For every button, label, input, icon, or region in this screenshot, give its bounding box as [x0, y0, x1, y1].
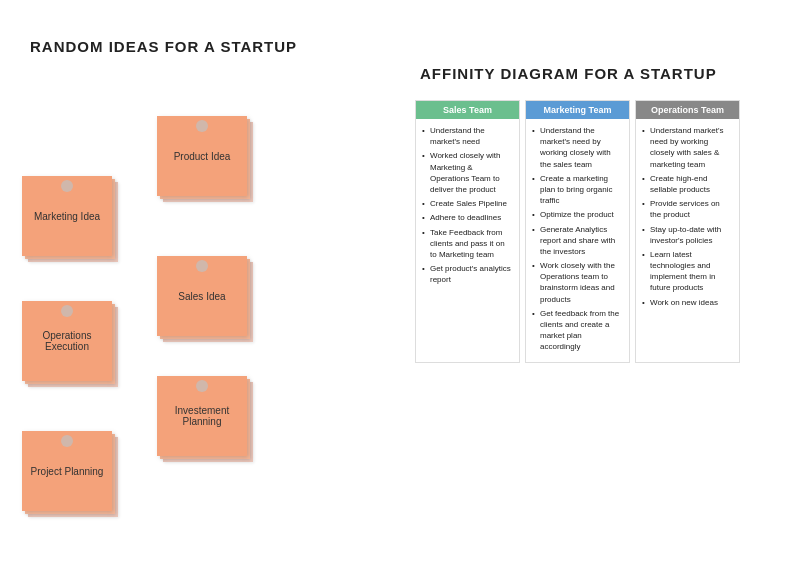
proj-plan-note: Project Planning — [22, 431, 112, 511]
sales-team-header: Sales Team — [416, 101, 519, 119]
list-item: Understand market's need by working clos… — [642, 125, 733, 170]
list-item: Get product's analytics report — [422, 263, 513, 285]
list-item: Learn latest technologies and implement … — [642, 249, 733, 294]
marketing-team-column: Marketing Team Understand the market's n… — [525, 100, 630, 363]
operations-team-body: Understand market's need by working clos… — [636, 119, 739, 317]
ops-exec-note: Operations Execution — [22, 301, 112, 381]
sales-team-body: Understand the market's need Worked clos… — [416, 119, 519, 294]
marketing-idea-note: Marketing Idea — [22, 176, 112, 256]
operations-team-column: Operations Team Understand market's need… — [635, 100, 740, 363]
list-item: Optimize the product — [532, 209, 623, 220]
affinity-title: AFFINITY DIAGRAM FOR A STARTUP — [420, 65, 717, 82]
list-item: Take Feedback from clients and pass it o… — [422, 227, 513, 261]
list-item: Understand the market's need by working … — [532, 125, 623, 170]
list-item: Create high-end sellable products — [642, 173, 733, 195]
list-item: Create a marketing plan to bring organic… — [532, 173, 623, 207]
main-title: RANDOM IDEAS FOR A STARTUP — [30, 38, 297, 55]
list-item: Get feedback from the clients and create… — [532, 308, 623, 353]
list-item: Work on new ideas — [642, 297, 733, 308]
list-item: Provide services on the product — [642, 198, 733, 220]
operations-team-header: Operations Team — [636, 101, 739, 119]
marketing-team-header: Marketing Team — [526, 101, 629, 119]
marketing-team-body: Understand the market's need by working … — [526, 119, 629, 362]
list-item: Stay up-to-date with investor's policies — [642, 224, 733, 246]
list-item: Generate Analytics report and share with… — [532, 224, 623, 258]
affinity-diagram: Sales Team Understand the market's need … — [415, 100, 740, 363]
list-item: Adhere to deadlines — [422, 212, 513, 223]
list-item: Work closely with the Operations team to… — [532, 260, 623, 305]
sales-idea-note: Sales Idea — [157, 256, 247, 336]
list-item: Create Sales Pipeline — [422, 198, 513, 209]
list-item: Understand the market's need — [422, 125, 513, 147]
inv-plan-note: Investement Planning — [157, 376, 247, 456]
sales-team-column: Sales Team Understand the market's need … — [415, 100, 520, 363]
product-idea-note: Product Idea — [157, 116, 247, 196]
list-item: Worked closely with Marketing & Operatio… — [422, 150, 513, 195]
